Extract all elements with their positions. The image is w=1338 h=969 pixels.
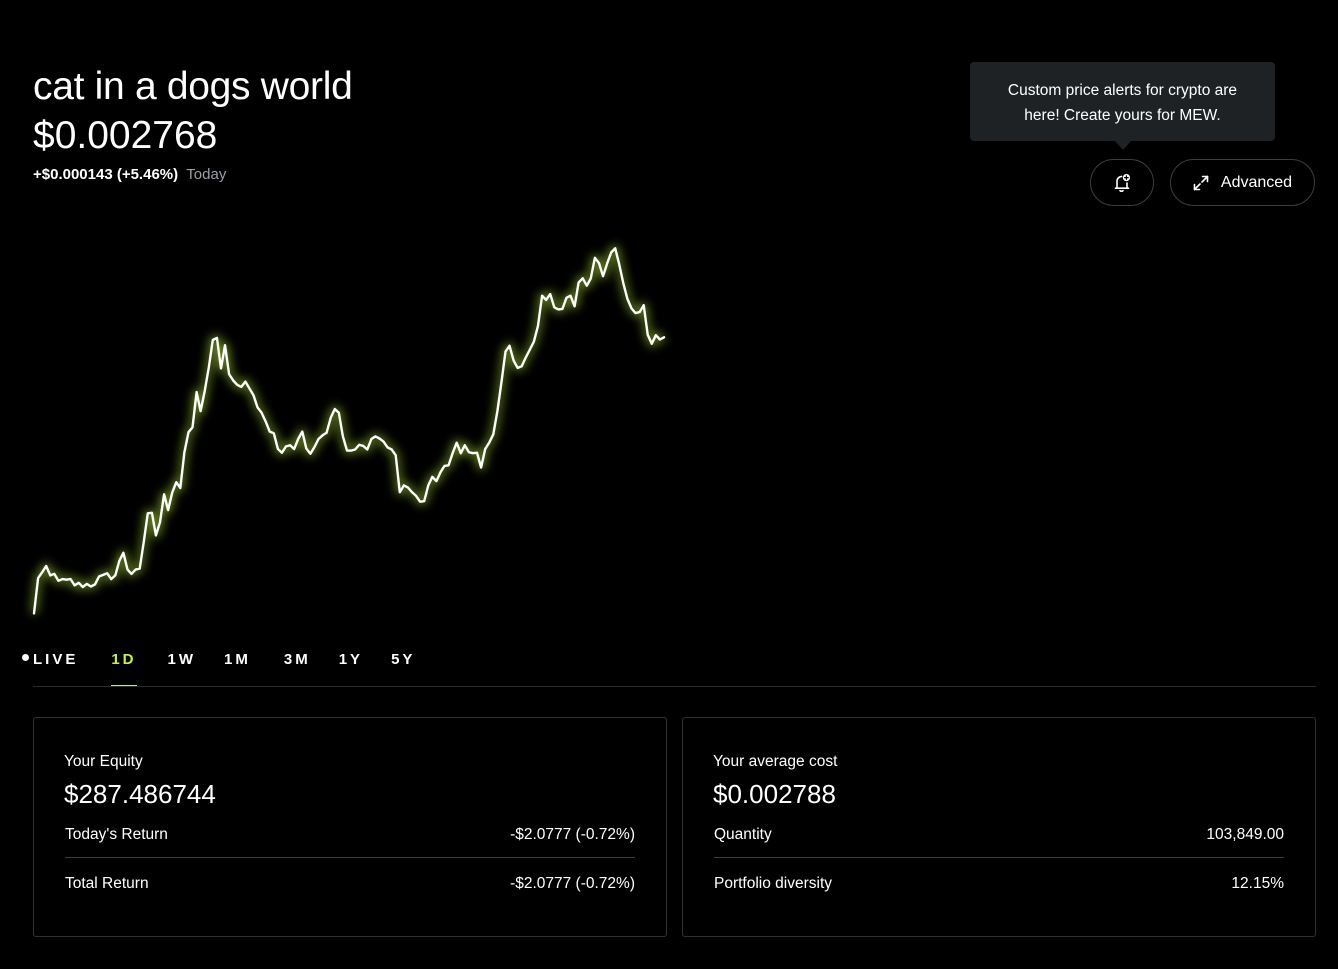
todays-return-label: Today's Return [65,826,168,843]
equity-card: Your Equity $287.486744 Today's Return -… [33,717,667,937]
range-tab-1d[interactable]: 1D [111,650,137,688]
card-divider [714,857,1284,858]
live-dot-icon [22,654,29,661]
quantity-row: Quantity 103,849.00 [714,825,1284,845]
range-tab-label: 1D [111,651,137,668]
range-tab-label: 3M [283,651,311,668]
range-tab-1w[interactable]: 1W [168,650,197,688]
asset-price: $0.002768 [33,114,218,157]
range-tab-label: 1Y [338,651,364,668]
portfolio-diversity-row: Portfolio diversity 12.15% [714,874,1284,894]
tabs-divider [33,686,1316,687]
todays-return-value: -$2.0777 (-0.72%) [510,826,635,843]
price-chart[interactable] [0,220,1338,640]
quantity-value: 103,849.00 [1206,826,1284,843]
price-change-period: Today [186,166,227,183]
range-tab-1y[interactable]: 1Y [339,650,363,688]
crypto-detail-page: cat in a dogs world $0.002768 +$0.000143… [0,0,1338,969]
quantity-label: Quantity [714,826,772,843]
tooltip-arrow [1115,141,1131,150]
equity-label: Your Equity [64,753,143,770]
range-tab-3m[interactable]: 3M [284,650,311,688]
range-tab-label: 1W [167,651,197,668]
price-change: +$0.000143 (+5.46%) Today [33,166,226,184]
average-cost-value: $0.002788 [713,779,836,809]
total-return-row: Total Return -$2.0777 (-0.72%) [65,874,635,894]
advanced-button-label: Advanced [1220,173,1293,191]
equity-value: $287.486744 [64,779,216,809]
range-tab-label: 1M [224,651,251,668]
total-return-value: -$2.0777 (-0.72%) [510,875,635,892]
price-alert-tooltip: Custom price alerts for crypto are here!… [970,62,1275,141]
range-tab-1m[interactable]: 1M [224,650,251,688]
expand-icon [1193,175,1209,191]
todays-return-row: Today's Return -$2.0777 (-0.72%) [65,825,635,845]
bell-plus-icon [1113,173,1131,193]
price-line [32,247,666,615]
portfolio-diversity-value: 12.15% [1231,875,1284,892]
range-tab-live[interactable]: LIVE [22,650,78,688]
time-range-tabs: LIVE 1D 1W 1M 3M 1Y 5Y [22,650,415,690]
price-change-amount: +$0.000143 (+5.46%) [33,166,179,183]
price-line-glow [31,245,666,614]
range-tab-label: LIVE [33,651,79,668]
portfolio-diversity-label: Portfolio diversity [714,875,833,892]
asset-name: cat in a dogs world [33,65,353,108]
average-cost-card: Your average cost $0.002788 Quantity 103… [682,717,1316,937]
range-tab-5y[interactable]: 5Y [391,650,415,688]
card-divider [65,857,635,858]
advanced-button[interactable]: Advanced [1170,159,1315,206]
range-tab-label: 5Y [391,651,416,668]
total-return-label: Total Return [65,875,149,892]
price-alert-button[interactable] [1090,159,1154,206]
average-cost-label: Your average cost [713,753,838,770]
